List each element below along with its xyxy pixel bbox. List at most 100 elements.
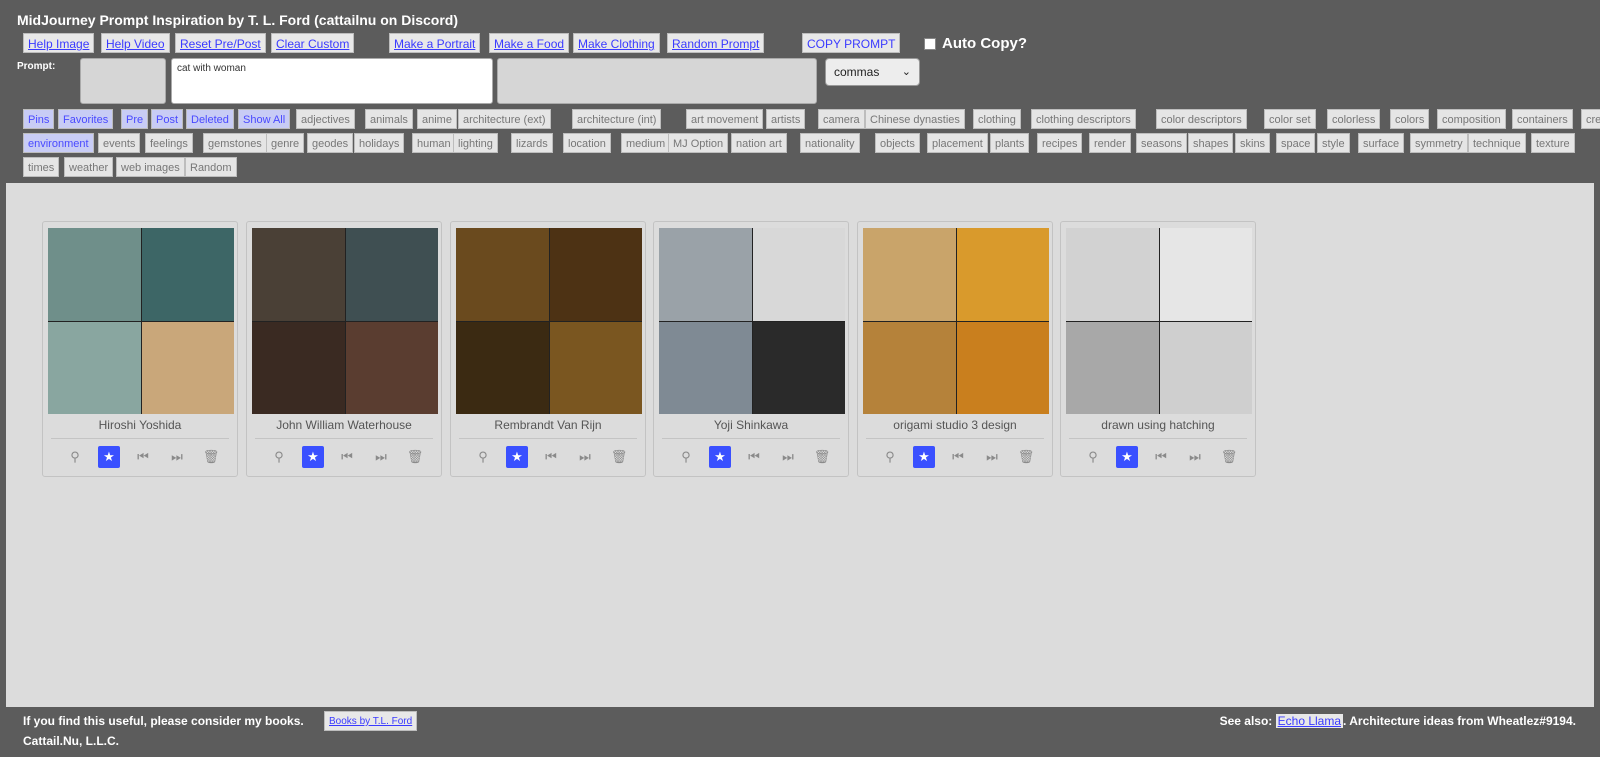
category-clothing[interactable]: clothing xyxy=(973,109,1021,129)
category-shapes[interactable]: shapes xyxy=(1188,133,1234,153)
category-geodes[interactable]: geodes xyxy=(307,133,354,153)
category-containers[interactable]: containers xyxy=(1512,109,1573,129)
echo-llama-link[interactable]: Echo Llama xyxy=(1275,714,1344,728)
category-medium[interactable]: medium xyxy=(621,133,671,153)
category-clothing-descriptors[interactable]: clothing descriptors xyxy=(1031,109,1136,129)
category-color-descriptors[interactable]: color descriptors xyxy=(1156,109,1247,129)
favorite-icon[interactable]: ★ xyxy=(1116,446,1138,468)
category-adjectives[interactable]: adjectives xyxy=(296,109,355,129)
category-genre[interactable]: genre xyxy=(266,133,305,153)
books-button[interactable]: Books by T.L. Ford xyxy=(324,711,418,731)
pin-icon[interactable]: ⚲ xyxy=(675,446,697,468)
category-post[interactable]: Post xyxy=(151,109,184,129)
category-pre[interactable]: Pre xyxy=(121,109,149,129)
category-environment[interactable]: environment xyxy=(23,133,94,153)
category-lighting[interactable]: lighting xyxy=(453,133,498,153)
category-style[interactable]: style xyxy=(1317,133,1350,153)
category-creatures[interactable]: creatures xyxy=(1581,109,1600,129)
category-texture[interactable]: texture xyxy=(1531,133,1575,153)
post-icon[interactable]: ⏭ xyxy=(166,446,188,468)
delete-icon[interactable]: 🗑 xyxy=(608,446,630,468)
favorite-icon[interactable]: ★ xyxy=(302,446,324,468)
post-icon[interactable]: ⏭ xyxy=(777,446,799,468)
post-icon[interactable]: ⏭ xyxy=(370,446,392,468)
help-video-button[interactable]: Help Video xyxy=(101,33,170,53)
favorite-icon[interactable]: ★ xyxy=(709,446,731,468)
category-seasons[interactable]: seasons xyxy=(1136,133,1187,153)
category-recipes[interactable]: recipes xyxy=(1037,133,1083,153)
category-camera[interactable]: camera xyxy=(818,109,865,129)
category-architecture-ext[interactable]: architecture (ext) xyxy=(458,109,551,129)
category-animals[interactable]: animals xyxy=(365,109,413,129)
category-plants[interactable]: plants xyxy=(990,133,1030,153)
prompt-input[interactable]: cat with woman xyxy=(171,58,493,104)
post-icon[interactable]: ⏭ xyxy=(981,446,1003,468)
category-pins[interactable]: Pins xyxy=(23,109,55,129)
pre-icon[interactable]: ⏮ xyxy=(947,446,969,468)
auto-copy-toggle[interactable]: Auto Copy? xyxy=(924,35,1027,52)
result-thumbnail[interactable] xyxy=(659,228,845,414)
category-render[interactable]: render xyxy=(1089,133,1131,153)
category-anime[interactable]: anime xyxy=(417,109,457,129)
category-human[interactable]: human xyxy=(412,133,456,153)
category-web-images[interactable]: web images xyxy=(116,157,185,177)
delete-icon[interactable]: 🗑 xyxy=(811,446,833,468)
category-chinese-dynasties[interactable]: Chinese dynasties xyxy=(865,109,965,129)
reset-pre-post-button[interactable]: Reset Pre/Post xyxy=(175,33,266,53)
favorite-icon[interactable]: ★ xyxy=(913,446,935,468)
post-icon[interactable]: ⏭ xyxy=(574,446,596,468)
category-technique[interactable]: technique xyxy=(1468,133,1526,153)
category-architecture-int[interactable]: architecture (int) xyxy=(572,109,662,129)
pre-icon[interactable]: ⏮ xyxy=(336,446,358,468)
help-image-button[interactable]: Help Image xyxy=(23,33,95,53)
delete-icon[interactable]: 🗑 xyxy=(1015,446,1037,468)
result-thumbnail[interactable] xyxy=(1066,228,1252,414)
pre-icon[interactable]: ⏮ xyxy=(540,446,562,468)
category-nation-art[interactable]: nation art xyxy=(731,133,787,153)
category-artists[interactable]: artists xyxy=(766,109,806,129)
category-holidays[interactable]: holidays xyxy=(354,133,405,153)
pre-icon[interactable]: ⏮ xyxy=(1150,446,1172,468)
pin-icon[interactable]: ⚲ xyxy=(1082,446,1104,468)
category-lizards[interactable]: lizards xyxy=(511,133,553,153)
pre-icon[interactable]: ⏮ xyxy=(132,446,154,468)
category-deleted[interactable]: Deleted xyxy=(186,109,234,129)
category-surface[interactable]: surface xyxy=(1358,133,1405,153)
make-food-button[interactable]: Make a Food xyxy=(489,33,570,53)
auto-copy-checkbox[interactable] xyxy=(924,37,936,50)
result-thumbnail[interactable] xyxy=(48,228,234,414)
category-art-movement[interactable]: art movement xyxy=(686,109,764,129)
suffix-field[interactable] xyxy=(497,58,817,104)
category-colorless[interactable]: colorless xyxy=(1327,109,1381,129)
category-events[interactable]: events xyxy=(98,133,141,153)
category-colors[interactable]: colors xyxy=(1390,109,1430,129)
result-thumbnail[interactable] xyxy=(456,228,642,414)
pin-icon[interactable]: ⚲ xyxy=(64,446,86,468)
favorite-icon[interactable]: ★ xyxy=(98,446,120,468)
category-weather[interactable]: weather xyxy=(64,157,114,177)
category-color-set[interactable]: color set xyxy=(1264,109,1316,129)
category-favorites[interactable]: Favorites xyxy=(58,109,114,129)
pin-icon[interactable]: ⚲ xyxy=(472,446,494,468)
clear-custom-button[interactable]: Clear Custom xyxy=(271,33,355,53)
make-portrait-button[interactable]: Make a Portrait xyxy=(389,33,481,53)
category-feelings[interactable]: feelings xyxy=(145,133,193,153)
category-placement[interactable]: placement xyxy=(927,133,988,153)
category-skins[interactable]: skins xyxy=(1235,133,1271,153)
category-times[interactable]: times xyxy=(23,157,60,177)
pre-icon[interactable]: ⏮ xyxy=(743,446,765,468)
favorite-icon[interactable]: ★ xyxy=(506,446,528,468)
pin-icon[interactable]: ⚲ xyxy=(879,446,901,468)
category-random[interactable]: Random xyxy=(185,157,237,177)
category-space[interactable]: space xyxy=(1276,133,1316,153)
category-composition[interactable]: composition xyxy=(1437,109,1506,129)
post-icon[interactable]: ⏭ xyxy=(1184,446,1206,468)
category-mj-option[interactable]: MJ Option xyxy=(668,133,729,153)
category-symmetry[interactable]: symmetry xyxy=(1410,133,1468,153)
random-prompt-button[interactable]: Random Prompt xyxy=(667,33,765,53)
separator-select[interactable]: commas ⌄ xyxy=(825,58,920,86)
pin-icon[interactable]: ⚲ xyxy=(268,446,290,468)
category-objects[interactable]: objects xyxy=(875,133,920,153)
category-nationality[interactable]: nationality xyxy=(800,133,860,153)
category-show-all[interactable]: Show All xyxy=(238,109,291,129)
